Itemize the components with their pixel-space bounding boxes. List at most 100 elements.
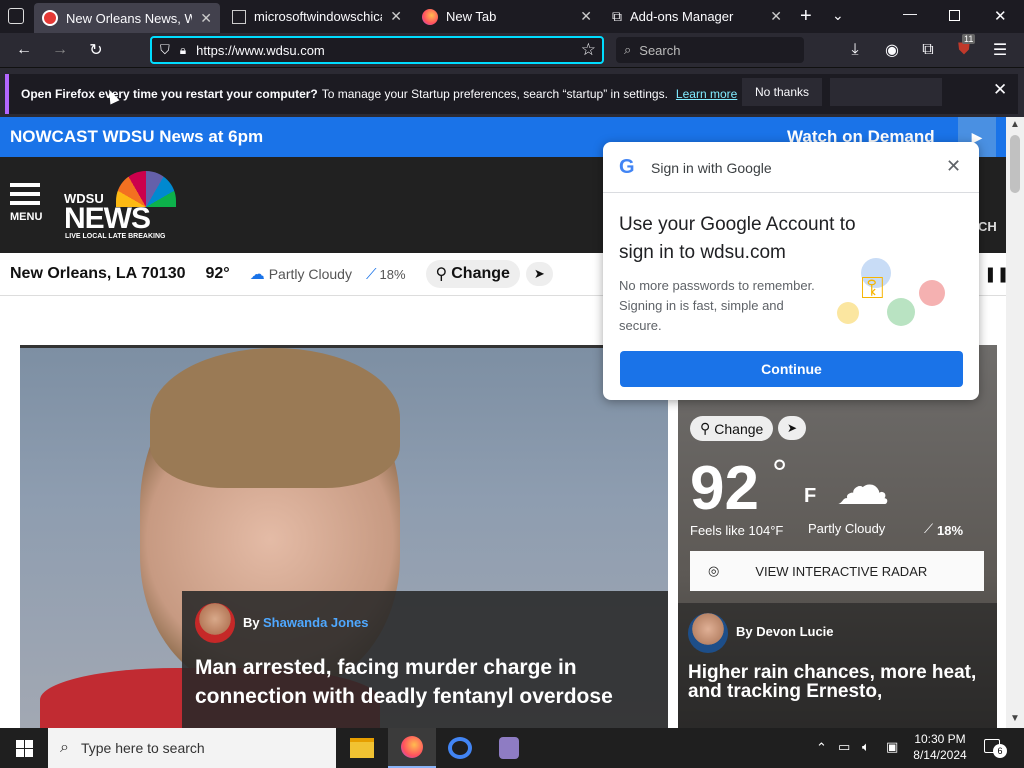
- close-tab-icon[interactable]: ✕: [580, 8, 592, 25]
- learn-more-link[interactable]: Learn more: [676, 87, 737, 101]
- ublock-extension-icon[interactable]: ⛊ 11: [952, 34, 976, 62]
- wdsu-logo[interactable]: WDSU NEWS LIVE LOCAL LATE BREAKING: [64, 171, 180, 241]
- file-explorer-icon[interactable]: [350, 738, 374, 758]
- cloud-icon: ☁: [249, 266, 265, 283]
- location-pin-icon: ⚲: [435, 266, 448, 283]
- tab-title: microsoftwindowschicag: [254, 9, 383, 24]
- wdsu-favicon-icon: [42, 10, 58, 26]
- close-window-button[interactable]: ✕: [994, 7, 1007, 25]
- close-tab-icon[interactable]: ✕: [200, 10, 212, 27]
- forecast-byline[interactable]: By Devon Lucie: [736, 624, 834, 639]
- firefox-taskbar-icon[interactable]: [388, 728, 436, 768]
- forecast-headline[interactable]: Higher rain chances, more heat, and trac…: [688, 663, 988, 701]
- story-caption[interactable]: By Shawanda Jones Man arrested, facing m…: [182, 591, 668, 728]
- app-taskbar-icon[interactable]: [499, 737, 519, 759]
- puzzle-icon: ⧉: [612, 8, 622, 24]
- tab-bar: New Orleans News, Weat ✕ microsoftwindow…: [0, 0, 1024, 33]
- radar-label: VIEW INTERACTIVE RADAR: [755, 563, 928, 579]
- feels-like-text: Feels like 104°F: [690, 523, 784, 538]
- page-scrollbar[interactable]: ▲ ▼: [1006, 117, 1024, 728]
- extensions-icon[interactable]: ⧉: [916, 38, 940, 62]
- change-location-button[interactable]: ⚲ Change: [425, 260, 520, 288]
- nowcast-title[interactable]: NOWCAST WDSU News at 6pm: [10, 127, 263, 147]
- pause-icon[interactable]: ❚❚: [984, 265, 1006, 283]
- firefox-favicon-icon: [422, 8, 438, 25]
- google-g-icon: G: [619, 156, 635, 178]
- tab-addons[interactable]: ⧉ Add-ons Manager ✕: [604, 0, 790, 33]
- locate-me-button[interactable]: ➤: [525, 262, 553, 286]
- menu-hamburger-icon[interactable]: ☰: [988, 38, 1012, 62]
- forecast-story[interactable]: By Devon Lucie Higher rain chances, more…: [678, 603, 997, 728]
- restore-button[interactable]: [949, 10, 960, 21]
- header-search-label[interactable]: CH: [978, 219, 997, 234]
- author-link[interactable]: Shawanda Jones: [263, 615, 368, 630]
- menu-button[interactable]: MENU: [10, 183, 43, 223]
- author-avatar[interactable]: [195, 603, 235, 643]
- minimize-button[interactable]: —: [903, 5, 917, 21]
- downloads-icon[interactable]: ⤓: [843, 38, 867, 62]
- blank-action-button[interactable]: [830, 78, 942, 106]
- tab-wdsu[interactable]: New Orleans News, Weat ✕: [34, 3, 220, 33]
- weather-card-change-button[interactable]: ⚲ Change: [690, 416, 774, 441]
- notification-text: To manage your Startup preferences, sear…: [321, 87, 668, 101]
- windows-taskbar: ⌕ Type here to search ⌃ ▭ 🔈︎ ▣ 10:30 PM …: [0, 728, 1024, 768]
- account-icon[interactable]: ◉: [880, 38, 904, 62]
- bookmark-star-icon[interactable]: ☆: [581, 40, 596, 60]
- meteorologist-avatar[interactable]: [688, 613, 728, 653]
- logo-tagline: LIVE LOCAL LATE BREAKING: [65, 233, 166, 240]
- shield-icon[interactable]: ⛉: [160, 42, 170, 58]
- chrome-taskbar-icon[interactable]: [448, 737, 472, 759]
- close-tab-icon[interactable]: ✕: [390, 8, 402, 25]
- continue-button[interactable]: Continue: [620, 351, 963, 387]
- google-signin-popup: G Sign in with Google ✕ Use your Google …: [603, 142, 979, 400]
- taskbar-search-box[interactable]: ⌕ Type here to search: [48, 728, 336, 768]
- tab-microsoft[interactable]: microsoftwindowschicag ✕: [224, 0, 410, 33]
- notification-center-icon[interactable]: 6: [984, 739, 1007, 758]
- url-text[interactable]: https://www.wdsu.com: [196, 43, 325, 58]
- weather-card-locate-button[interactable]: ➤: [778, 416, 807, 440]
- search-bar[interactable]: ⌕ Search: [616, 37, 804, 63]
- show-hidden-icons-chevron[interactable]: ⌃: [816, 740, 827, 756]
- view-radar-button[interactable]: ◎ VIEW INTERACTIVE RADAR: [690, 551, 984, 591]
- logo-news: NEWS: [64, 202, 151, 235]
- tab-new-tab[interactable]: New Tab ✕: [414, 0, 600, 33]
- weather-card-temp: 92: [690, 454, 759, 523]
- tab-list-icon[interactable]: [8, 8, 24, 24]
- back-button[interactable]: ←: [12, 38, 36, 62]
- new-tab-button[interactable]: +: [800, 5, 812, 28]
- search-icon: ⌕: [60, 739, 69, 756]
- network-icon[interactable]: ▭: [838, 739, 850, 755]
- close-popup-icon[interactable]: ✕: [946, 156, 961, 177]
- reload-button[interactable]: ↻: [84, 38, 108, 62]
- windows-logo-icon: [15, 739, 33, 757]
- story-headline[interactable]: Man arrested, facing murder charge in co…: [195, 653, 655, 711]
- google-popup-header: Sign in with Google: [651, 160, 772, 176]
- weather-card: ⚲ Change ➤ 92 ° F ☁ Feels like 104°F Par…: [678, 345, 997, 728]
- lock-icon[interactable]: 🔒︎: [180, 43, 186, 58]
- close-notification-icon[interactable]: ✕: [993, 80, 1007, 100]
- scroll-up-arrow-icon[interactable]: ▲: [1010, 119, 1020, 130]
- scroll-down-arrow-icon[interactable]: ▼: [1010, 713, 1020, 724]
- url-bar[interactable]: ⛉ 🔒︎ https://www.wdsu.com ☆: [150, 36, 604, 64]
- raindrop-icon: ⟋: [924, 521, 934, 536]
- volume-muted-icon[interactable]: 🔈︎: [862, 739, 870, 755]
- weather-card-condition: Partly Cloudy: [808, 521, 886, 536]
- partly-cloudy-icon: ☁: [836, 456, 890, 516]
- start-button[interactable]: [0, 728, 48, 768]
- weather-location[interactable]: New Orleans, LA 70130: [10, 265, 186, 283]
- clock-date: 8/14/2024: [913, 748, 967, 762]
- list-tabs-chevron-icon[interactable]: ⌄: [832, 7, 844, 24]
- menu-label: MENU: [10, 211, 43, 223]
- forward-button[interactable]: →: [48, 38, 72, 62]
- location-pin-icon: ⚲: [700, 420, 711, 436]
- scroll-thumb[interactable]: [1010, 135, 1020, 193]
- tab-title: New Tab: [446, 9, 497, 24]
- notification-bold-text: Open Firefox every time you restart your…: [21, 87, 318, 101]
- clock[interactable]: 10:30 PM 8/14/2024: [910, 731, 970, 763]
- popup-divider: [603, 192, 979, 193]
- tab-title: New Orleans News, Weat: [66, 10, 193, 26]
- notification-count-badge: 6: [993, 744, 1007, 758]
- no-thanks-button[interactable]: No thanks: [742, 78, 822, 106]
- close-tab-icon[interactable]: ✕: [770, 8, 782, 25]
- display-icon[interactable]: ▣: [886, 739, 898, 755]
